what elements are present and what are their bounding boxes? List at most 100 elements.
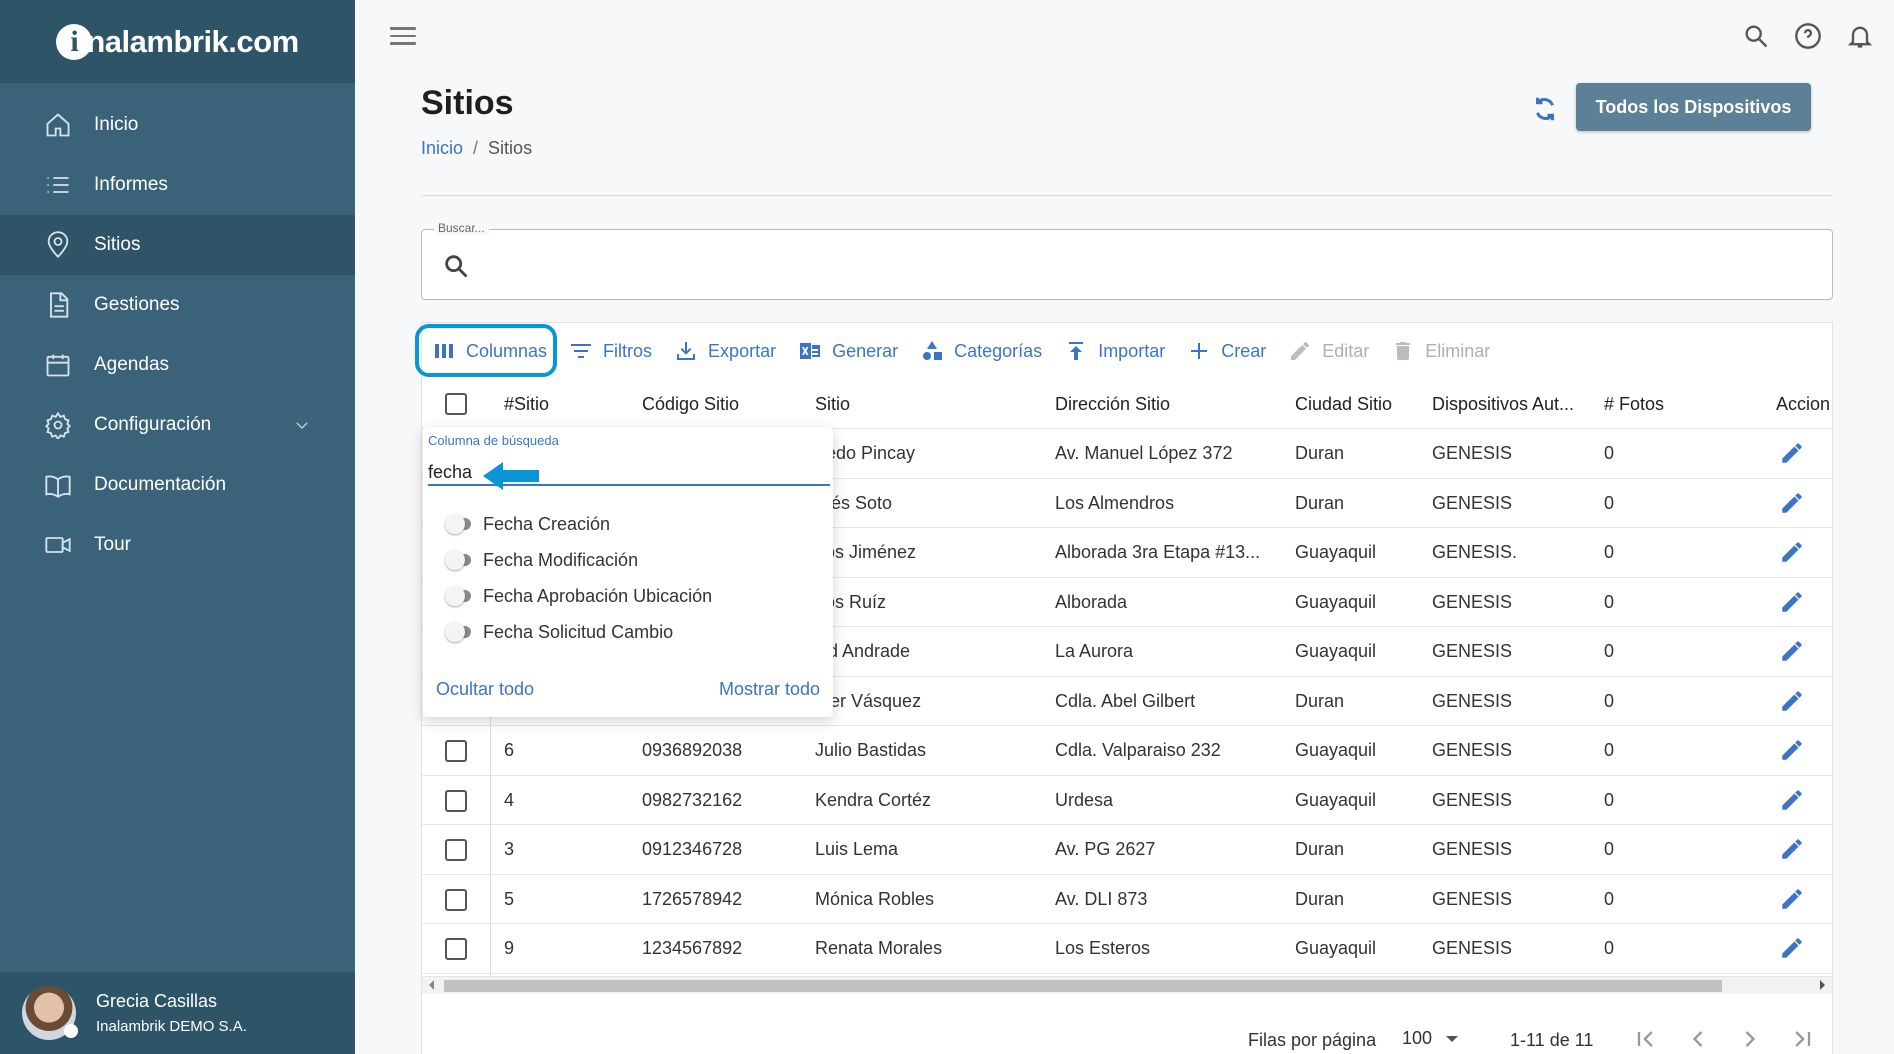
edit-button[interactable]: Editar [1288,339,1369,363]
filters-button[interactable]: Filtros [569,339,652,363]
edit-pencil-icon[interactable] [1779,638,1805,664]
app-logo[interactable]: i nalambrik.com [56,23,299,60]
sidebar-item-agendas[interactable]: Agendas [0,335,355,395]
row-checkbox[interactable] [445,938,467,960]
sidebar-item-gestiones[interactable]: Gestiones [0,275,355,335]
edit-pencil-icon[interactable] [1779,737,1805,763]
avatar [22,986,78,1040]
plus-icon [1191,343,1208,359]
chevron-down-icon [296,422,308,429]
row-checkbox[interactable] [445,839,467,861]
cell-dispositivos: GENESIS [1432,789,1513,810]
edit-pencil-icon[interactable] [1779,490,1805,516]
location-pin-icon [47,231,69,258]
cell-direccion: Los Almendros [1055,492,1175,513]
edit-pencil-icon[interactable] [1779,935,1805,961]
toggle-switch-icon[interactable] [445,586,471,606]
toggle-switch-icon[interactable] [445,622,471,642]
column-option-label: Fecha Creación [483,513,611,534]
column-option[interactable]: Fecha Solicitud Cambio [445,617,673,647]
row-checkbox[interactable] [445,888,467,911]
cell-fotos: 0 [1604,542,1615,562]
breadcrumb-current: Sitios [488,138,533,158]
rows-per-page-value: 100 [1402,1028,1433,1048]
home-icon [46,113,70,137]
search-input[interactable]: Buscar... [421,221,1833,300]
sidebar-item-documentacion[interactable]: Documentación [0,455,355,515]
delete-button[interactable]: Eliminar [1391,339,1490,363]
cell-fotos: 0 [1604,591,1615,612]
all-devices-button[interactable]: Todos los Dispositivos [1576,83,1811,131]
sidebar-item-label: Gestiones [94,294,180,315]
help-icon[interactable] [1794,22,1822,50]
gear-icon [45,411,71,439]
pencil-icon [1291,342,1310,360]
sidebar-item-informes[interactable]: Informes [0,155,355,215]
header-direccion[interactable]: Dirección Sitio [1055,394,1170,415]
table-row[interactable]: 4 0982732162 Kendra Cortéz Urdesa Guayaquil G… [422,776,1832,825]
edit-pencil-icon[interactable] [1779,440,1805,466]
table-row[interactable]: 9 1234567892 Renata Morales Los Esteros Guay… [422,924,1832,974]
cell-ciudad: Guayaquil [1295,938,1377,958]
column-option[interactable]: Fecha Modificación [445,545,638,575]
first-page-icon[interactable] [1632,1025,1660,1053]
rows-per-page-select[interactable]: 100 [1402,1028,1459,1049]
user-profile[interactable]: Grecia Casillas Inalambrik DEMO S.A. [0,972,355,1054]
scrollbar-thumb[interactable] [444,980,1722,992]
categories-button[interactable]: Categorías [920,339,1042,363]
hide-all-button[interactable]: Ocultar todo [436,679,534,700]
filter-icon [571,344,592,358]
scroll-left-arrow[interactable] [429,980,434,990]
next-page-icon[interactable] [1736,1025,1764,1053]
header-fotos[interactable]: # Fotos [1604,394,1664,415]
header-ciudad[interactable]: Ciudad Sitio [1295,394,1392,415]
sidebar-item-tour[interactable]: Tour [0,515,355,575]
filters-label: Filtros [603,340,653,361]
edit-pencil-icon[interactable] [1779,589,1805,615]
edit-pencil-icon[interactable] [1779,836,1805,862]
edit-pencil-icon[interactable] [1779,886,1805,912]
select-all-checkbox[interactable] [445,393,467,415]
edit-pencil-icon[interactable] [1779,539,1805,565]
rows-per-page-label: Filas por página [1248,1030,1377,1050]
edit-pencil-icon[interactable] [1779,787,1805,813]
header-dispositivos[interactable]: Dispositivos Aut... [1432,394,1574,415]
table-row[interactable]: 3 0912346728 Luis Lema Av. PG 2627 Duran GENE… [422,825,1832,875]
header-sitio[interactable]: Sitio [815,394,850,415]
table-row[interactable]: 5 1726578942 Mónica Robles Av. DLI 873 Duran… [422,875,1832,924]
header-sitio-id[interactable]: #Sitio [504,394,549,415]
cell-fotos: 0 [1604,740,1615,760]
refresh-icon[interactable] [1530,94,1560,124]
breadcrumb-home-link[interactable]: Inicio [421,138,463,158]
logo-text: nalambrik.com [86,23,299,59]
columns-button[interactable]: Columnas [432,339,547,363]
row-checkbox[interactable] [445,740,467,762]
cell-dispositivos: GENESIS [1432,641,1513,661]
search-icon[interactable] [1742,22,1770,50]
list-icon [47,177,69,193]
last-page-icon[interactable] [1788,1025,1816,1053]
row-checkbox[interactable] [445,789,467,812]
hamburger-menu-icon[interactable] [390,27,416,49]
sidebar-item-inicio[interactable]: Inicio [0,95,355,155]
toggle-switch-icon[interactable] [445,514,471,534]
edit-pencil-icon[interactable] [1779,688,1805,714]
create-button[interactable]: Crear [1187,339,1266,363]
toggle-switch-icon[interactable] [445,550,471,570]
column-option[interactable]: Fecha Creación [445,509,611,539]
previous-page-icon[interactable] [1684,1025,1712,1053]
column-option[interactable]: Fecha Aprobación Ubicación [445,581,712,611]
table-row[interactable]: 6 0936892038 Julio Bastidas Cdla. Valparais… [422,726,1832,776]
generate-button[interactable]: Generar [798,339,898,363]
scroll-right-arrow[interactable] [1820,980,1825,990]
header-codigo-sitio[interactable]: Código Sitio [642,394,739,415]
sidebar-item-configuracion[interactable]: Configuración [0,395,355,455]
breadcrumb-separator: / [473,138,479,158]
bell-icon[interactable] [1846,22,1874,50]
show-all-button[interactable]: Mostrar todo [719,679,820,700]
cell-sitio: Luis Lema [815,839,899,859]
export-button[interactable]: Exportar [674,339,776,363]
import-button[interactable]: Importar [1064,339,1165,363]
sidebar-item-sitios[interactable]: Sitios [0,215,355,275]
horizontal-scrollbar[interactable] [422,976,1832,994]
